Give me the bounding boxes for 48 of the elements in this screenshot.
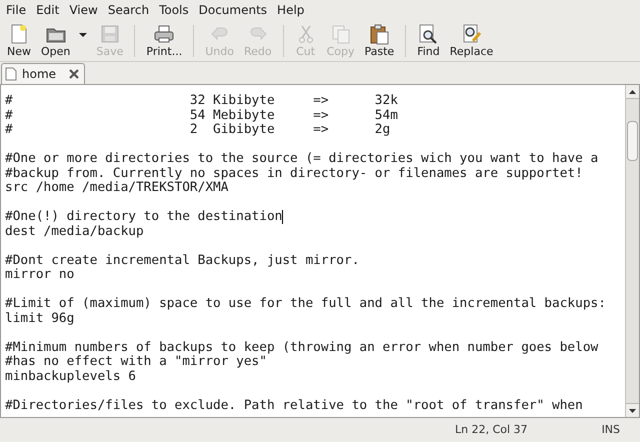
code-line: # 32 Kibibyte => 32k bbox=[5, 94, 398, 108]
copy-pages-icon bbox=[330, 23, 352, 45]
code-line: #Dont create incremental Backups, just mirror. bbox=[5, 254, 360, 268]
code-line: #One or more directories to the source (= directories wich you want to have a bbox=[5, 152, 598, 166]
menu-item[interactable]: View bbox=[65, 1, 102, 19]
up-arrow-icon bbox=[629, 90, 636, 94]
code-line: dest /media/backup bbox=[5, 224, 144, 239]
toolbar-button[interactable]: New bbox=[4, 23, 34, 58]
code-line: #Limit of (maximum) space to use for the full and all the incremental backups: bbox=[5, 297, 606, 312]
code-line: #One(!) directory to the destination bbox=[5, 210, 282, 224]
code-line: limit 96g bbox=[5, 312, 74, 326]
cursor-position: Ln 22, Col 37 bbox=[455, 422, 528, 438]
clipboard-icon bbox=[368, 23, 390, 45]
magnifier-page-icon bbox=[417, 23, 440, 45]
scroll-down-button[interactable] bbox=[626, 403, 639, 417]
menu-item[interactable]: Search bbox=[104, 1, 154, 19]
printer-icon bbox=[153, 23, 176, 45]
toolbar-button[interactable]: Replace bbox=[446, 23, 496, 58]
scroll-thumb[interactable] bbox=[627, 121, 638, 161]
code-line: #has no effect with a "mirror yes" bbox=[5, 355, 267, 370]
text-cursor bbox=[282, 210, 284, 224]
code-line: # 2 Gibibyte => 2g bbox=[5, 123, 390, 138]
toolbar-button[interactable]: Open bbox=[38, 23, 74, 58]
toolbar-button[interactable]: Find bbox=[414, 23, 443, 58]
scrollbar[interactable] bbox=[625, 85, 639, 417]
menu-item[interactable]: Edit bbox=[32, 1, 64, 19]
code-line: # 54 Mebibyte => 54m bbox=[5, 108, 398, 123]
code-line: mirror no bbox=[5, 268, 74, 282]
menu-item[interactable]: Documents bbox=[194, 1, 272, 19]
code-line: #Directories/files to exclude. Path relative to the "root of transfer" when bbox=[5, 398, 583, 413]
document-tab[interactable]: home bbox=[1, 63, 86, 84]
code-line: minbackuplevels 6 bbox=[5, 370, 136, 384]
down-arrow-icon bbox=[629, 408, 636, 412]
code-line: src /home /media/TREKSTOR/XMA bbox=[5, 181, 228, 196]
toolbar-button[interactable]: Print... bbox=[143, 23, 186, 58]
magnifier-pencil-icon bbox=[460, 23, 482, 45]
menu-item[interactable]: Tools bbox=[155, 1, 193, 19]
caret-icon bbox=[79, 32, 88, 36]
code-line: #backup from. Currently no spaces in directory- or filenames are supportet! bbox=[5, 166, 583, 181]
insert-mode-indicator: INS bbox=[602, 422, 620, 438]
menu-item[interactable]: File bbox=[2, 1, 30, 19]
code-line: #Minimum numbers of backups to keep (throwing an error when number goes below bbox=[5, 340, 598, 355]
menu-item[interactable]: Help bbox=[273, 1, 308, 19]
close-icon bbox=[69, 69, 80, 79]
toolbar-button[interactable]: Paste bbox=[362, 23, 398, 58]
document-icon bbox=[5, 67, 17, 81]
close-button[interactable] bbox=[69, 69, 80, 79]
scroll-up-button[interactable] bbox=[626, 85, 639, 99]
